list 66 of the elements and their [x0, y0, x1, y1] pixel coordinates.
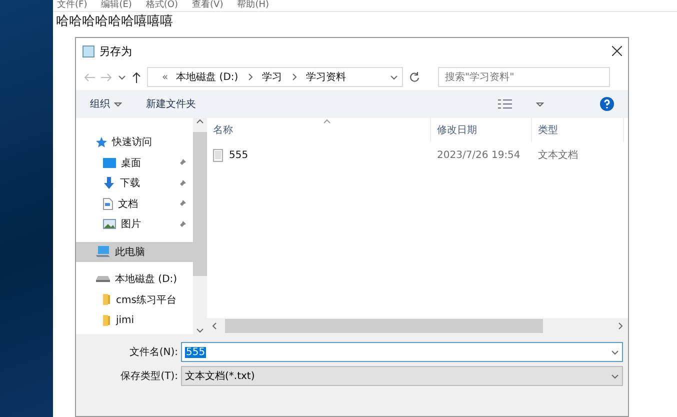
file-type: 文本文档 [537, 148, 579, 162]
down-arrow-icon [103, 177, 115, 190]
drive-icon [96, 276, 110, 282]
scrollbar[interactable] [207, 318, 628, 334]
nav-item[interactable]: 此电脑 [76, 242, 193, 262]
filetype-label: 保存类型(T): [120, 370, 179, 383]
path-segment[interactable]: 学习 [262, 70, 282, 84]
filename-field[interactable]: 555 [181, 342, 623, 362]
folder-icon [103, 314, 111, 326]
caret-icon [114, 100, 122, 108]
dropdown-icon [390, 73, 398, 81]
pin-icon[interactable] [178, 158, 187, 168]
folder-icon [103, 294, 111, 306]
organize-button[interactable]: 组织 [90, 97, 122, 111]
pin-icon[interactable] [178, 220, 187, 229]
right-icon [616, 322, 624, 330]
dropdown-icon [611, 348, 619, 356]
left-icon [211, 322, 219, 330]
view-icon[interactable] [498, 98, 512, 110]
filename-label: 文件名(N): [128, 346, 179, 359]
dropdown-icon [611, 372, 619, 380]
nav-item[interactable]: 下载 [76, 173, 193, 194]
computer-icon [96, 246, 110, 258]
file-name: 555 [207, 148, 431, 162]
column-header[interactable]: 修改日期 [431, 118, 532, 142]
file-row[interactable]: 555 2023/7/26 19:54 文本文档 [207, 144, 628, 166]
column-header[interactable]: 名称 [207, 118, 431, 142]
nav-item[interactable]: 本地磁盘 (D:) [76, 269, 193, 290]
star-icon [96, 136, 107, 148]
nav-item[interactable]: cms练习平台 [76, 290, 193, 310]
overflow-icon[interactable]: « [162, 72, 168, 82]
help-icon[interactable] [600, 97, 614, 111]
chevron-icon [246, 73, 254, 81]
chevron-icon [290, 73, 298, 81]
search-field[interactable]: 搜索"学习资料" [438, 67, 610, 87]
close-icon[interactable] [612, 46, 622, 56]
nav-item[interactable]: 快速访问 [76, 132, 193, 152]
caret-icon [118, 73, 126, 81]
nav-item[interactable]: 文档 [76, 194, 193, 214]
pin-icon[interactable] [178, 199, 187, 208]
picture-icon [103, 219, 116, 230]
path-segment[interactable]: 本地磁盘 (D:) [176, 70, 238, 84]
up-icon [196, 118, 204, 126]
document-icon [103, 198, 113, 210]
dialog-title: 另存为 [99, 44, 133, 58]
column-header[interactable]: 类型 [532, 118, 624, 142]
notepad-icon [82, 44, 95, 58]
path-segment[interactable]: 学习资料 [306, 70, 346, 84]
file-date: 2023/7/26 19:54 [436, 150, 522, 160]
pin-icon[interactable] [178, 178, 187, 188]
new-folder-button[interactable]: 新建文件夹 [146, 97, 196, 111]
nav-item[interactable]: 桌面 [76, 152, 193, 173]
up-arrow-icon[interactable] [132, 72, 141, 82]
forward-icon[interactable] [101, 72, 112, 82]
desktop-icon [103, 158, 116, 168]
nav-item[interactable]: 图片 [76, 214, 193, 234]
nav-item[interactable]: jimi [76, 310, 193, 330]
document-text: 哈哈哈哈哈哈嘻嘻嘻 [55, 13, 174, 31]
scrollbar[interactable] [193, 118, 207, 334]
caret-icon [536, 100, 544, 108]
address-bar[interactable]: « 本地磁盘 (D:) 学习 学习资料 [147, 67, 403, 87]
filetype-select[interactable]: 文本文档(*.txt) [181, 366, 623, 386]
down-icon [196, 326, 204, 334]
text-file-icon [213, 148, 223, 162]
refresh-icon[interactable] [409, 71, 420, 83]
back-icon[interactable] [84, 72, 95, 82]
